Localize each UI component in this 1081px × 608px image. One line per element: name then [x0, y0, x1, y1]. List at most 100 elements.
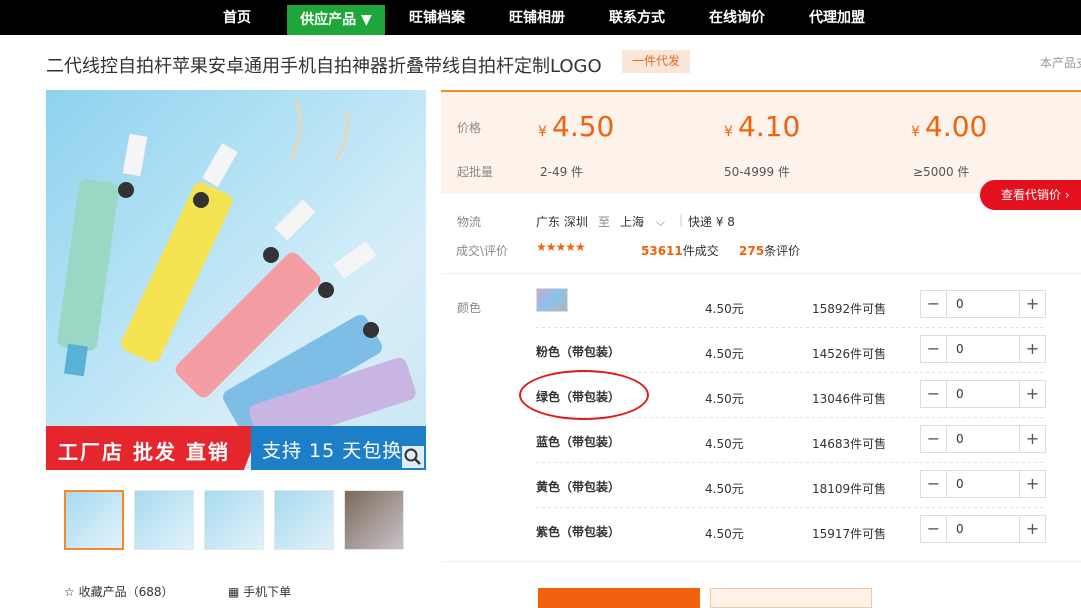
plus-button[interactable]: +: [1019, 291, 1045, 317]
minus-button[interactable]: −: [921, 471, 947, 497]
reviews-count[interactable]: 275条评价: [739, 242, 800, 259]
rating-label: 成交\评价: [456, 244, 509, 258]
row-stock: 18109件可售: [812, 482, 887, 496]
nav-products[interactable]: 供应产品 ▼: [287, 5, 385, 35]
nav-inquiry[interactable]: 在线询价: [699, 0, 775, 35]
deals-number: 53611: [641, 244, 683, 258]
reviews-number: 275: [739, 244, 765, 258]
quantity-input[interactable]: [948, 291, 1018, 317]
color-name: 黄色（带包装）: [536, 480, 621, 494]
currency-symbol: ¥: [538, 124, 547, 140]
mobile-order-link[interactable]: ▦ 手机下单: [228, 583, 291, 600]
quantity-stepper: − +: [920, 335, 1046, 363]
section-divider-bottom: [441, 561, 1081, 562]
minus-button[interactable]: −: [921, 426, 947, 452]
banner-right-text: 支持 15 天包换: [262, 440, 403, 462]
thumbnail-5[interactable]: [344, 490, 404, 550]
main-product-image[interactable]: 工厂店 批发 直销 支持 15 天包换: [46, 90, 426, 470]
color-row-6: 紫色（带包装） 4.50元 15917件可售 − +: [536, 509, 1046, 553]
deals-count[interactable]: 53611件成交: [641, 242, 719, 259]
order-now-button[interactable]: [538, 588, 700, 608]
selfie-sticks-illustration: [57, 99, 416, 447]
row-price: 4.50元: [705, 527, 744, 541]
deals-unit: 件成交: [682, 244, 719, 258]
price-tier-3: ¥ 4.00: [911, 110, 987, 143]
nav-agency[interactable]: 代理加盟: [799, 0, 875, 35]
quantity-input[interactable]: [948, 471, 1018, 497]
qrcode-icon: ▦: [228, 585, 244, 599]
thumbnail-4[interactable]: [274, 490, 334, 550]
minus-button[interactable]: −: [921, 336, 947, 362]
plus-button[interactable]: +: [1019, 516, 1045, 542]
plus-button[interactable]: +: [1019, 336, 1045, 362]
row-divider: [536, 507, 1046, 508]
price-tier-1: ¥ 4.50: [538, 110, 614, 143]
currency-symbol: ¥: [911, 124, 920, 140]
minus-button[interactable]: −: [921, 381, 947, 407]
quantity-stepper: − +: [920, 290, 1046, 318]
ship-from: 广东 深圳: [536, 215, 588, 229]
thumbnail-1[interactable]: [64, 490, 124, 550]
color-swatch-image[interactable]: [536, 288, 568, 312]
quantity-input[interactable]: [948, 336, 1018, 362]
reviews-unit: 条评价: [764, 244, 801, 258]
nav-contact[interactable]: 联系方式: [599, 0, 675, 35]
star-outline-icon: ☆: [64, 585, 79, 599]
plus-button[interactable]: +: [1019, 381, 1045, 407]
color-name: 粉色（带包装）: [536, 345, 621, 359]
currency-symbol: ¥: [724, 124, 733, 140]
moq-label: 起批量: [457, 165, 494, 179]
price-value: 4.00: [925, 110, 988, 143]
range-tier-1: 2-49 件: [540, 165, 584, 179]
quantity-input[interactable]: [948, 426, 1018, 452]
color-name: 紫色（带包装）: [536, 525, 621, 539]
price-value: 4.10: [738, 110, 801, 143]
row-stock: 15892件可售: [812, 302, 887, 316]
nav-shop-album[interactable]: 旺铺相册: [499, 0, 575, 35]
color-row-4: 蓝色（带包装） 4.50元 14683件可售 − +: [536, 419, 1046, 463]
dropship-badge: 一件代发: [622, 50, 690, 73]
row-divider: [536, 462, 1046, 463]
minus-button[interactable]: −: [921, 291, 947, 317]
mobile-order-label: 手机下单: [243, 585, 292, 599]
quantity-input[interactable]: [948, 516, 1018, 542]
rating-stars: ★★★★★: [536, 240, 586, 254]
range-tier-2: 50-4999 件: [724, 165, 790, 179]
ship-to-word: 至: [598, 215, 611, 229]
quantity-stepper: − +: [920, 380, 1046, 408]
favorite-label: 收藏产品（688）: [78, 585, 174, 599]
thumbnail-2[interactable]: [134, 490, 194, 550]
chevron-down-icon: ⌵: [655, 215, 665, 229]
add-to-cart-button[interactable]: [710, 588, 872, 608]
color-label: 颜色: [457, 301, 482, 315]
plus-button[interactable]: +: [1019, 471, 1045, 497]
color-row-2: 粉色（带包装） 4.50元 14526件可售 − +: [536, 329, 1046, 373]
row-stock: 13046件可售: [812, 392, 887, 406]
nav-shop-profile[interactable]: 旺铺档案: [399, 0, 475, 35]
plus-button[interactable]: +: [1019, 426, 1045, 452]
color-row-1: 4.50元 15892件可售 − +: [536, 284, 1046, 328]
row-price: 4.50元: [705, 437, 744, 451]
range-tier-3: ≥5000 件: [913, 165, 970, 179]
nav-home[interactable]: 首页: [200, 0, 274, 35]
logistics-label: 物流: [457, 215, 482, 229]
quantity-stepper: − +: [920, 470, 1046, 498]
minus-button[interactable]: −: [921, 516, 947, 542]
quantity-input[interactable]: [948, 381, 1018, 407]
color-name: 蓝色（带包装）: [536, 435, 621, 449]
view-agent-price-button[interactable]: 查看代销价 ›: [980, 180, 1081, 210]
row-stock: 14526件可售: [812, 347, 887, 361]
row-price: 4.50元: [705, 347, 744, 361]
top-nav: 首页 供应产品 ▼ 旺铺档案 旺铺相册 联系方式 在线询价 代理加盟: [0, 0, 1081, 35]
ship-to-select[interactable]: 上海 ⌵: [620, 213, 665, 230]
annotation-circle: [519, 370, 649, 420]
thumbnail-3[interactable]: [204, 490, 264, 550]
favorite-product-link[interactable]: ☆ 收藏产品（688）: [64, 583, 173, 600]
row-divider: [536, 327, 1046, 328]
side-note: 本产品支: [1040, 56, 1081, 70]
row-stock: 14683件可售: [812, 437, 887, 451]
express-fee: 快递 ¥ 8: [688, 215, 735, 229]
product-title: 二代线控自拍杆苹果安卓通用手机自拍神器折叠带线自拍杆定制LOGO: [46, 56, 602, 77]
quantity-stepper: − +: [920, 425, 1046, 453]
zoom-icon[interactable]: [402, 446, 424, 468]
